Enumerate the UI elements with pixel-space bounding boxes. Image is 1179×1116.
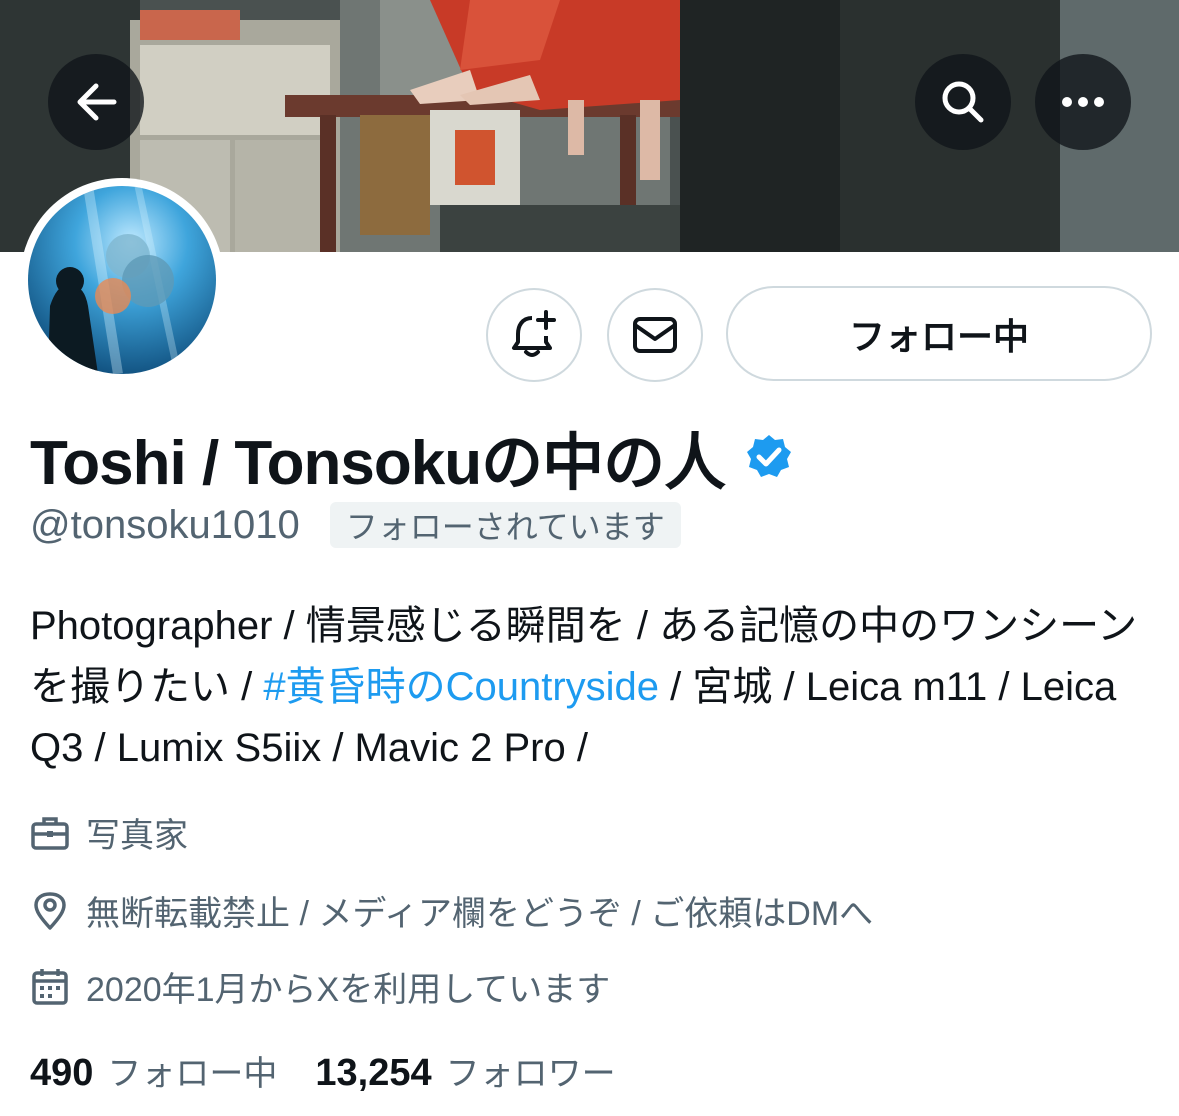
following-link[interactable]: 490 フォロー中 bbox=[30, 1046, 277, 1095]
bio: Photographer / 情景感じる瞬間を / ある記憶の中のワンシーンを撮… bbox=[30, 596, 1155, 779]
bio-hashtag-link[interactable]: #黄昏時のCountryside bbox=[263, 665, 659, 709]
joined-text: 2020年1月からXを利用しています bbox=[86, 971, 611, 1009]
followers-label: フォロワー bbox=[445, 1054, 616, 1094]
location-pin-icon bbox=[34, 891, 66, 930]
following-count: 490 bbox=[30, 1052, 94, 1094]
followers-link[interactable]: 13,254 フォロワー bbox=[315, 1046, 615, 1095]
name-row: Toshi / Tonsokuの中の人 bbox=[30, 412, 793, 502]
handle-row: @tonsoku1010 フォローされています bbox=[30, 502, 681, 548]
avatar-image bbox=[28, 186, 216, 374]
followers-count: 13,254 bbox=[315, 1052, 432, 1094]
search-icon bbox=[942, 81, 984, 123]
back-button[interactable] bbox=[48, 54, 144, 150]
ellipsis-icon bbox=[1062, 97, 1104, 107]
notification-subscribe-button[interactable] bbox=[486, 288, 582, 382]
search-button[interactable] bbox=[915, 54, 1011, 150]
display-name: Toshi / Tonsokuの中の人 bbox=[30, 429, 726, 498]
briefcase-icon bbox=[31, 816, 69, 850]
envelope-icon bbox=[633, 317, 677, 353]
more-button[interactable] bbox=[1035, 54, 1131, 150]
profession-row: 写真家 bbox=[30, 808, 188, 857]
following-button[interactable]: フォロー中 bbox=[726, 286, 1152, 381]
verified-badge-icon[interactable] bbox=[745, 433, 793, 481]
bell-plus-icon bbox=[512, 310, 556, 357]
profession-text: 写真家 bbox=[86, 817, 188, 855]
follows-you-badge: フォローされています bbox=[329, 502, 681, 548]
calendar-icon bbox=[32, 968, 68, 1005]
message-button[interactable] bbox=[607, 288, 703, 382]
follow-stats: 490 フォロー中 13,254 フォロワー bbox=[30, 1046, 616, 1095]
location-text: 無断転載禁止 / メディア欄をどうぞ / ご依頼はDMへ bbox=[86, 895, 874, 933]
location-row: 無断転載禁止 / メディア欄をどうぞ / ご依頼はDMへ bbox=[30, 886, 873, 935]
following-label: フォロー中 bbox=[107, 1054, 278, 1094]
joined-row: 2020年1月からXを利用しています bbox=[30, 962, 610, 1011]
arrow-left-icon bbox=[77, 83, 117, 121]
handle: @tonsoku1010 bbox=[30, 502, 300, 547]
avatar[interactable] bbox=[20, 178, 224, 382]
